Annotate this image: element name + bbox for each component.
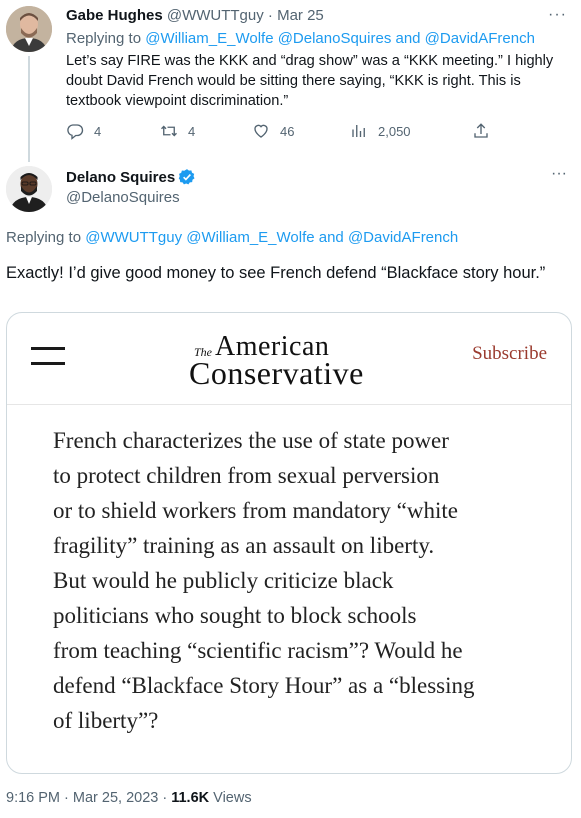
timestamp-text[interactable]: 9:16 PM · Mar 25, 2023 ·	[6, 790, 171, 806]
reply-tweet-text: Let’s say FIRE was the KKK and “drag sho…	[66, 53, 554, 109]
card-header: The American Conservative Subscribe	[7, 313, 571, 405]
main-author-row: Delano Squires	[66, 168, 196, 186]
replying-to-links[interactable]: @WWUTTguy @William_E_Wolfe and @DavidAFr…	[85, 229, 458, 246]
reply-author-name[interactable]: Gabe Hughes	[66, 7, 163, 24]
article-excerpt: French characterizes the use of state po…	[53, 423, 553, 738]
replying-to-links[interactable]: @William_E_Wolfe @DelanoSquires and @Dav…	[145, 30, 535, 47]
retweet-icon	[161, 125, 177, 137]
verified-badge-icon	[178, 168, 196, 186]
reply-actions-bar: 4 4 46 2,050	[66, 122, 496, 142]
main-author-name[interactable]: Delano Squires	[66, 169, 175, 186]
excerpt-line: of liberty”?	[53, 708, 159, 733]
subscribe-link: Subscribe	[472, 343, 547, 364]
retweet-action[interactable]: 4	[160, 122, 195, 140]
like-action[interactable]: 46	[252, 122, 294, 140]
reply-author-handle[interactable]: @WWUTTguy	[167, 7, 264, 24]
reply-author-row: Gabe Hughes @WWUTTguy · Mar 25	[66, 7, 324, 24]
replying-prefix: Replying to	[66, 30, 142, 47]
main-replying-to: Replying to @WWUTTguy @William_E_Wolfe a…	[6, 229, 458, 246]
main-tweet-text: Exactly! I’d give good money to see Fren…	[6, 264, 546, 282]
heart-icon	[254, 124, 268, 138]
bar-chart-icon	[352, 125, 365, 137]
excerpt-line: French characterizes the use of state po…	[53, 428, 449, 453]
excerpt-line: from teaching “scientific racism”? Would…	[53, 638, 463, 663]
reply-count: 4	[94, 123, 102, 139]
american-conservative-logo: The American Conservative	[189, 331, 389, 391]
more-options-icon[interactable]: ···	[548, 6, 567, 24]
like-count: 46	[280, 123, 295, 139]
reply-action[interactable]: 4	[66, 122, 101, 140]
reply-date[interactable]: Mar 25	[277, 7, 324, 24]
reply-icon	[67, 124, 84, 140]
menu-icon	[31, 347, 65, 365]
main-author-handle[interactable]: @DelanoSquires	[66, 189, 180, 206]
excerpt-line: But would he publicly criticize black	[53, 568, 394, 593]
tweet-timestamp: 9:16 PM · Mar 25, 2023 · 11.6K Views	[6, 790, 252, 806]
excerpt-line: politicians who sought to block schools	[53, 603, 417, 628]
article-screenshot-card[interactable]: The American Conservative Subscribe Fren…	[6, 312, 572, 774]
excerpt-line: defend “Blackface Story Hour” as a “bles…	[53, 673, 475, 698]
avatar-gabe-hughes[interactable]	[6, 6, 52, 52]
excerpt-line: or to shield workers from mandatory “whi…	[53, 498, 458, 523]
excerpt-line: to protect children from sexual perversi…	[53, 463, 440, 488]
reply-replying-to: Replying to @William_E_Wolfe @DelanoSqui…	[66, 30, 535, 47]
views-action[interactable]: 2,050	[350, 122, 411, 140]
thread-line	[28, 56, 30, 162]
views-count-reply: 2,050	[378, 123, 411, 139]
replying-prefix: Replying to	[6, 229, 82, 246]
logo-conservative: Conservative	[189, 355, 364, 391]
retweet-count: 4	[188, 123, 196, 139]
share-icon	[474, 123, 488, 138]
views-count: 11.6K	[171, 790, 210, 806]
excerpt-line: fragility” training as an assault on lib…	[53, 533, 435, 558]
separator-dot: ·	[267, 7, 273, 24]
share-action[interactable]	[472, 122, 500, 140]
avatar-delano-squires[interactable]	[6, 166, 52, 212]
more-options-icon[interactable]: ···	[551, 165, 567, 183]
reply-tweet: Gabe Hughes @WWUTTguy · Mar 25 ··· Reply…	[0, 0, 581, 162]
views-label: Views	[209, 790, 252, 806]
